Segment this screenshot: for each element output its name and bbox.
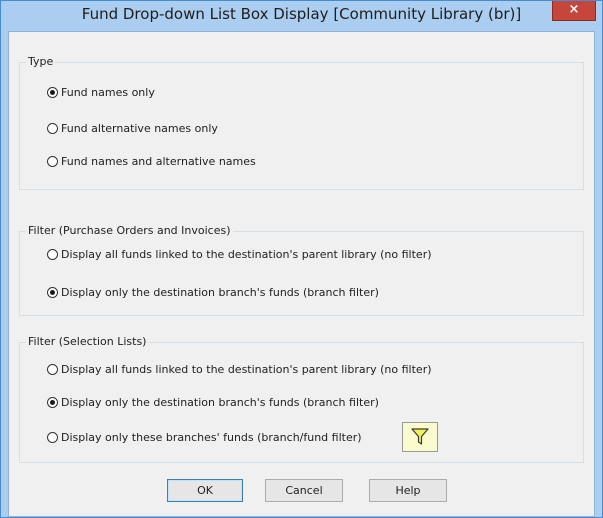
po-filter-group-title: Filter (Purchase Orders and Invoices) [26, 224, 233, 237]
type-fund-names-only-radio[interactable] [47, 86, 58, 98]
po-branch-filter-option[interactable]: Display only the destination branch's fu… [47, 283, 379, 301]
sl-branch-filter-label: Display only the destination branch's fu… [61, 395, 379, 409]
title-bar[interactable]: Fund Drop-down List Box Display [Communi… [1, 1, 602, 31]
po-no-filter-label: Display all funds linked to the destinat… [61, 247, 432, 261]
type-names-and-alternative-option[interactable]: Fund names and alternative names [47, 152, 256, 170]
type-alternative-names-only-option[interactable]: Fund alternative names only [47, 119, 218, 137]
sl-branch-fund-filter-label: Display only these branches' funds (bran… [61, 430, 362, 444]
sl-branch-filter-radio[interactable] [47, 396, 58, 408]
window-title: Fund Drop-down List Box Display [Communi… [81, 5, 522, 23]
sl-branch-fund-filter-option[interactable]: Display only these branches' funds (bran… [47, 428, 362, 446]
po-branch-filter-radio[interactable] [47, 286, 58, 298]
dialog-window: Fund Drop-down List Box Display [Communi… [0, 0, 603, 518]
help-button[interactable]: Help [369, 479, 447, 502]
sl-no-filter-option[interactable]: Display all funds linked to the destinat… [47, 360, 432, 378]
close-icon: × [568, 2, 580, 17]
type-fund-names-only-label: Fund names only [61, 85, 155, 99]
dialog-body: Type Fund names only Fund alternative na… [8, 31, 595, 517]
branch-fund-filter-button[interactable] [402, 422, 438, 452]
type-names-and-alternative-radio[interactable] [47, 155, 58, 167]
type-group-title: Type [26, 55, 56, 68]
type-fund-names-only-option[interactable]: Fund names only [47, 83, 155, 101]
funnel-icon [411, 428, 429, 445]
sl-branch-fund-filter-radio[interactable] [47, 431, 58, 443]
sl-filter-group: Filter (Selection Lists) Display all fun… [19, 335, 584, 463]
sl-no-filter-label: Display all funds linked to the destinat… [61, 362, 432, 376]
po-no-filter-option[interactable]: Display all funds linked to the destinat… [47, 245, 432, 263]
sl-branch-filter-option[interactable]: Display only the destination branch's fu… [47, 393, 379, 411]
po-filter-group: Filter (Purchase Orders and Invoices) Di… [19, 224, 584, 316]
type-names-and-alternative-label: Fund names and alternative names [61, 154, 256, 168]
type-alternative-names-only-label: Fund alternative names only [61, 121, 218, 135]
cancel-button[interactable]: Cancel [265, 479, 343, 502]
ok-button[interactable]: OK [167, 479, 243, 502]
type-alternative-names-only-radio[interactable] [47, 122, 58, 134]
sl-filter-group-title: Filter (Selection Lists) [26, 335, 149, 348]
po-branch-filter-label: Display only the destination branch's fu… [61, 285, 379, 299]
type-group: Type Fund names only Fund alternative na… [19, 55, 584, 190]
po-no-filter-radio[interactable] [47, 248, 58, 260]
close-button[interactable]: × [552, 1, 596, 21]
sl-no-filter-radio[interactable] [47, 363, 58, 375]
